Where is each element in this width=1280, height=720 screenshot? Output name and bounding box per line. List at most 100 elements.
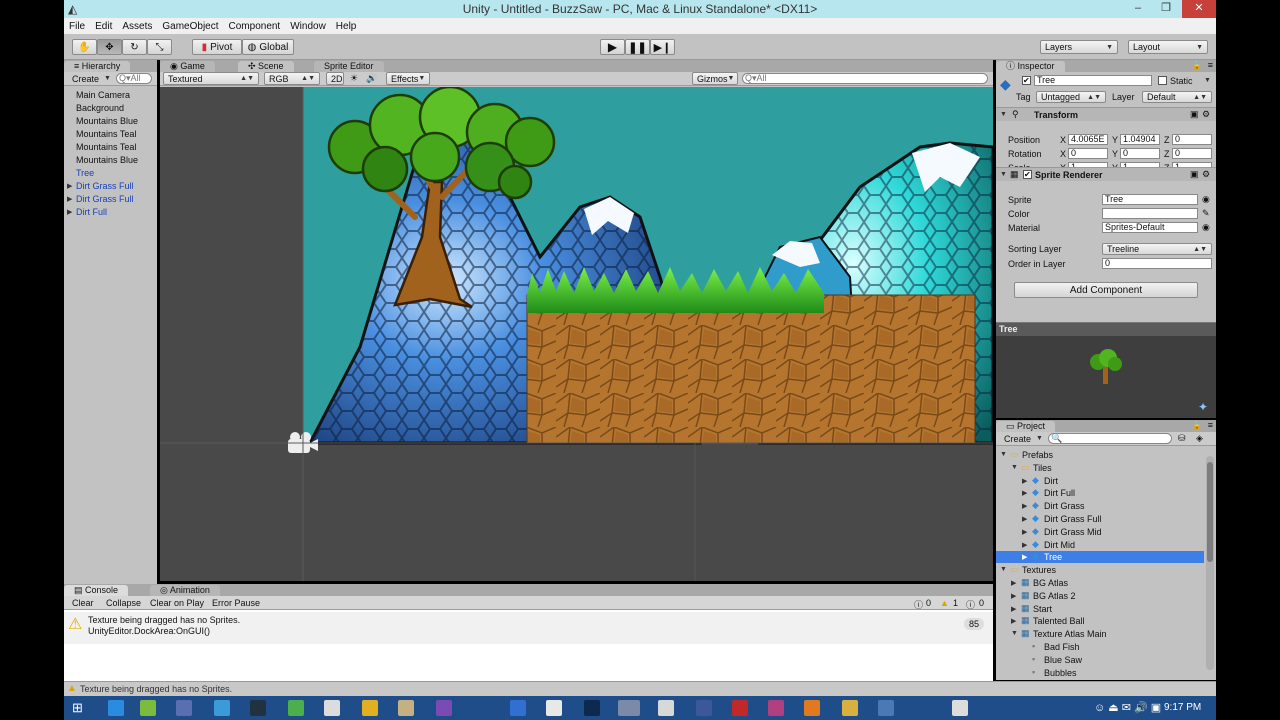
layers-dropdown[interactable]: Layers ▼ bbox=[1040, 40, 1118, 54]
project-search-input[interactable]: 🔍 bbox=[1048, 433, 1172, 444]
list-item[interactable]: Main Camera bbox=[76, 90, 130, 100]
menu-help[interactable]: Help bbox=[331, 21, 362, 32]
list-item[interactable]: Dirt Grass Full bbox=[76, 181, 134, 191]
tab-scene[interactable]: ✣ Scene bbox=[238, 61, 294, 72]
expand-arrow-icon[interactable]: ▶ bbox=[67, 195, 72, 203]
clear-on-play-button[interactable]: Clear on Play bbox=[150, 598, 204, 608]
unity-active-icon[interactable] bbox=[618, 700, 640, 716]
minimize-button[interactable]: – bbox=[1124, 0, 1152, 18]
list-item[interactable]: Background bbox=[76, 103, 124, 113]
app-icon[interactable] bbox=[176, 700, 192, 716]
project-create-button[interactable]: Create bbox=[1004, 434, 1031, 444]
list-item[interactable]: ▼ ▭ Tiles bbox=[996, 462, 1204, 474]
photoshop-icon[interactable] bbox=[584, 700, 600, 716]
error-icon[interactable]: ⓘ bbox=[966, 598, 975, 611]
list-item[interactable]: ▪ Bubbles bbox=[996, 667, 1204, 678]
app-icon[interactable] bbox=[288, 700, 304, 716]
list-item[interactable]: ▶ ◆ Dirt Grass bbox=[996, 500, 1204, 512]
gear-icon[interactable]: ⚙ bbox=[1202, 109, 1210, 120]
effects-dropdown[interactable]: Effects ▼ bbox=[386, 72, 430, 85]
expand-arrow-icon[interactable]: ▶ bbox=[67, 182, 72, 190]
list-item[interactable]: ▶ ◆ Dirt Mid bbox=[996, 539, 1204, 551]
list-item[interactable]: ▶ ◆ Dirt Grass Mid bbox=[996, 526, 1204, 538]
console-message-row[interactable]: ⚠ Texture being dragged has no Sprites. … bbox=[64, 612, 993, 644]
hierarchy-create-button[interactable]: Create bbox=[72, 74, 99, 84]
filter-type-icon[interactable]: ⛁ bbox=[1178, 433, 1186, 444]
close-button[interactable]: ✕ bbox=[1182, 0, 1216, 18]
foldout-closed-icon[interactable]: ▶ bbox=[1022, 553, 1027, 561]
list-item[interactable]: ▶ ◆ Dirt bbox=[996, 475, 1204, 487]
foldout-closed-icon[interactable]: ▶ bbox=[1022, 541, 1027, 549]
list-item[interactable]: ▪ Blue Saw bbox=[996, 654, 1204, 666]
internet-explorer-icon[interactable] bbox=[108, 700, 124, 716]
step-button[interactable]: ▶❙ bbox=[650, 39, 675, 55]
tab-animation[interactable]: ◎ Animation bbox=[150, 585, 220, 596]
pivot-toggle[interactable]: ▮ Pivot bbox=[192, 39, 242, 55]
gizmos-dropdown[interactable]: Gizmos ▼ bbox=[692, 72, 738, 85]
sprite-renderer-checkbox[interactable]: ✔ bbox=[1023, 170, 1032, 179]
menu-file[interactable]: File bbox=[64, 21, 90, 32]
position-y-field[interactable]: 1.04904 bbox=[1120, 134, 1160, 145]
tab-sprite-editor[interactable]: Sprite Editor bbox=[314, 61, 384, 72]
foldout-closed-icon[interactable]: ▶ bbox=[1022, 477, 1027, 485]
app-icon[interactable] bbox=[398, 700, 414, 716]
clear-button[interactable]: Clear bbox=[72, 598, 94, 608]
preview-header[interactable]: Tree bbox=[996, 322, 1216, 336]
warning-icon[interactable]: ▲ bbox=[940, 598, 949, 608]
list-item[interactable]: ▶ ▦ BG Atlas 2 bbox=[996, 590, 1204, 602]
chevron-down-icon[interactable]: ▼ bbox=[1204, 77, 1211, 84]
list-item[interactable]: Mountains Teal bbox=[76, 142, 136, 152]
tag-dropdown[interactable]: Untagged ▲▼ bbox=[1036, 91, 1106, 103]
foldout-closed-icon[interactable]: ▶ bbox=[1022, 515, 1027, 523]
app-icon[interactable] bbox=[768, 700, 784, 716]
rotation-z-field[interactable]: 0 bbox=[1172, 148, 1212, 159]
channel-dropdown[interactable]: RGB ▲▼ bbox=[264, 72, 320, 85]
filter-label-icon[interactable]: ◈ bbox=[1196, 433, 1203, 444]
list-item[interactable]: ▼ ▭ Prefabs bbox=[996, 449, 1204, 461]
global-toggle[interactable]: ◍ Global bbox=[242, 39, 294, 55]
collapse-button[interactable]: Collapse bbox=[106, 598, 141, 608]
foldout-open-icon[interactable]: ▼ bbox=[1011, 464, 1018, 471]
tab-game[interactable]: ◉ Game bbox=[160, 61, 215, 72]
chrome-icon[interactable] bbox=[362, 700, 378, 716]
panel-menu-icon[interactable]: ≡ bbox=[1208, 60, 1213, 70]
list-item[interactable]: ▶ ◆ Dirt Full bbox=[996, 487, 1204, 499]
scale-tool-button[interactable]: ⤡ bbox=[147, 39, 172, 55]
expand-arrow-icon[interactable]: ▶ bbox=[67, 208, 72, 216]
list-item[interactable]: Mountains Teal bbox=[76, 129, 136, 139]
list-item[interactable]: ▶ ▦ Start bbox=[996, 603, 1204, 615]
filezilla-icon[interactable] bbox=[732, 700, 748, 716]
menu-component[interactable]: Component bbox=[224, 21, 286, 32]
object-name-field[interactable]: Tree bbox=[1034, 75, 1152, 86]
light-icon[interactable]: ☀ bbox=[350, 73, 358, 84]
active-checkbox[interactable]: ✔ bbox=[1022, 76, 1031, 85]
tab-console[interactable]: ▤ Console bbox=[64, 585, 129, 596]
position-x-field[interactable]: 4.0065E bbox=[1068, 134, 1108, 145]
eyedropper-icon[interactable]: ✎ bbox=[1202, 208, 1210, 219]
position-z-field[interactable]: 0 bbox=[1172, 134, 1212, 145]
app-icon[interactable] bbox=[804, 700, 820, 716]
object-picker-icon[interactable]: ◉ bbox=[1202, 194, 1210, 205]
gear-icon[interactable]: ⚙ bbox=[1202, 169, 1210, 180]
play-button[interactable]: ▶ bbox=[600, 39, 625, 55]
help-icon[interactable]: ▣ bbox=[1190, 109, 1199, 120]
move-tool-button[interactable]: ✥ bbox=[97, 39, 122, 55]
transform-header[interactable]: ▼ ⚲ Transform ▣ ⚙ bbox=[996, 107, 1216, 121]
foldout-closed-icon[interactable]: ▶ bbox=[1022, 502, 1027, 510]
foldout-closed-icon[interactable]: ▶ bbox=[1011, 617, 1016, 625]
app-icon[interactable] bbox=[952, 700, 968, 716]
panel-menu-icon[interactable]: ≡ bbox=[1208, 420, 1213, 430]
tab-hierarchy[interactable]: ≡ Hierarchy bbox=[64, 61, 131, 72]
tray-icons[interactable]: ☺ ⏏ ✉ 🔊 ▣ bbox=[1094, 701, 1161, 714]
asset-bundle-icon[interactable]: ✦ bbox=[1198, 400, 1208, 414]
hand-tool-button[interactable]: ✋ bbox=[72, 39, 97, 55]
list-item[interactable]: ▶ ◆ Tree bbox=[996, 551, 1204, 564]
list-item[interactable]: ▪ Bad Fish bbox=[996, 641, 1204, 653]
foldout-closed-icon[interactable]: ▶ bbox=[1011, 579, 1016, 587]
object-picker-icon[interactable]: ◉ bbox=[1202, 222, 1210, 233]
app-icon[interactable] bbox=[546, 700, 562, 716]
foldout-closed-icon[interactable]: ▶ bbox=[1022, 489, 1027, 497]
layout-dropdown[interactable]: Layout ▼ bbox=[1128, 40, 1208, 54]
tab-inspector[interactable]: ⓘ Inspector bbox=[996, 61, 1065, 72]
list-item[interactable]: ▶ ▦ Talented Ball bbox=[996, 615, 1204, 627]
